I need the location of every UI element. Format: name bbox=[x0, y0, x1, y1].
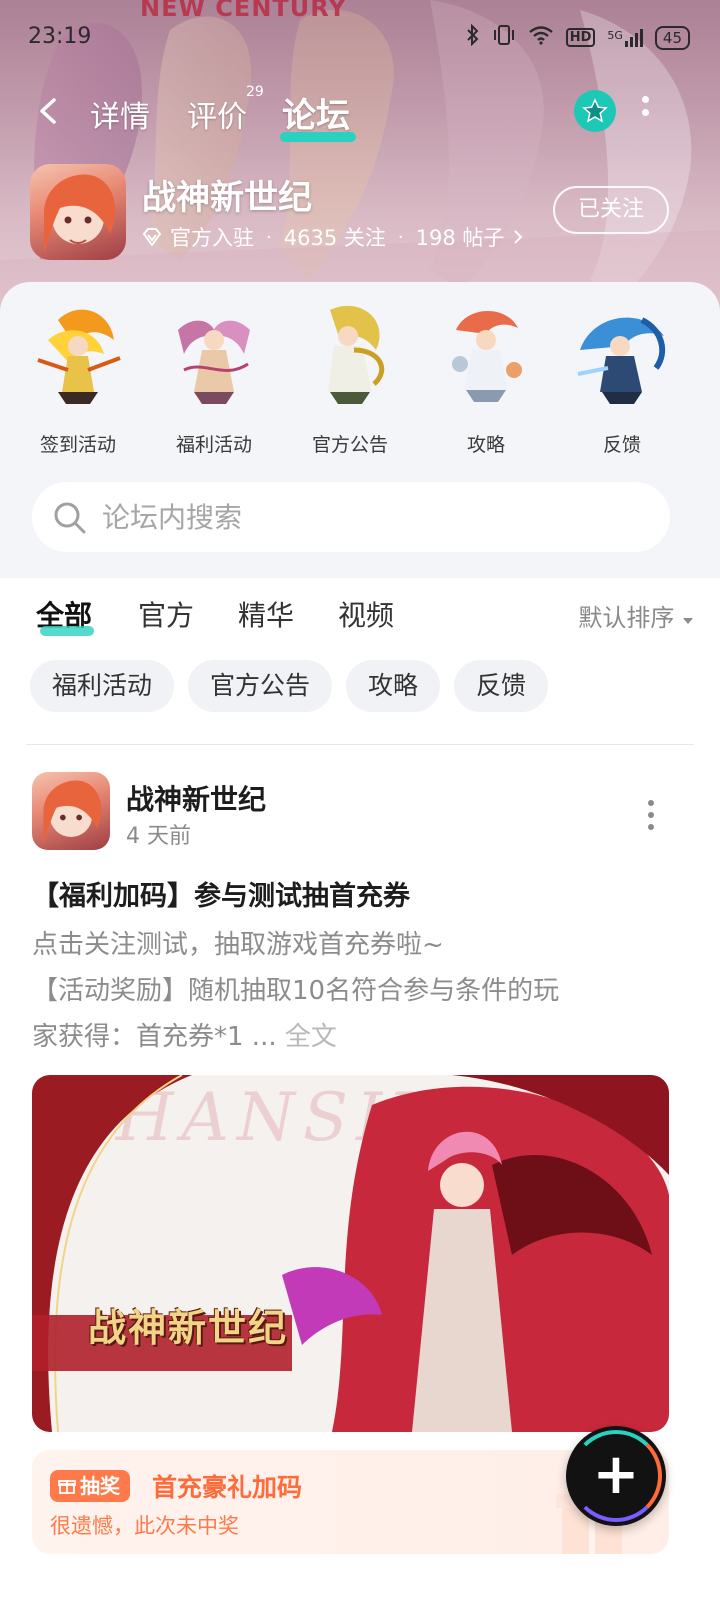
status-time: 23:19 bbox=[28, 24, 92, 49]
favorite-button[interactable] bbox=[574, 90, 616, 132]
lottery-title: 首充豪礼加码 bbox=[152, 1473, 303, 1502]
status-icons: HD 5G 45 bbox=[466, 23, 690, 51]
wifi-icon bbox=[528, 25, 554, 50]
top-nav: 详情 评价 29 论坛 bbox=[0, 84, 720, 146]
tab-details[interactable]: 详情 bbox=[90, 92, 150, 136]
chip-welfare[interactable]: 福利活动 bbox=[30, 660, 175, 712]
divider bbox=[26, 744, 694, 745]
quick-link-guide[interactable]: 攻略 bbox=[426, 300, 546, 456]
chip-guide[interactable]: 攻略 bbox=[346, 660, 441, 712]
banner-title: NEW CENTURY bbox=[140, 0, 347, 22]
post-title[interactable]: 【福利加码】参与测试抽首充券 bbox=[32, 874, 410, 913]
follow-button[interactable]: 已关注 bbox=[553, 186, 669, 234]
chip-announcement[interactable]: 官方公告 bbox=[188, 660, 333, 712]
lottery-result: 很遗憾，此次未中奖 bbox=[50, 1514, 239, 1538]
filter-active-indicator bbox=[40, 626, 94, 636]
tab-forum[interactable]: 论坛 bbox=[282, 88, 350, 137]
checkin-character-icon bbox=[37, 309, 121, 404]
gift-icon bbox=[58, 1480, 76, 1494]
quick-link-label: 反馈 bbox=[602, 434, 641, 456]
official-diamond-icon bbox=[142, 228, 162, 246]
reviews-count-badge: 29 bbox=[246, 84, 264, 100]
more-dot-icon bbox=[641, 96, 649, 103]
post-author-name[interactable]: 战神新世纪 bbox=[126, 778, 266, 818]
quick-link-label: 官方公告 bbox=[311, 434, 388, 456]
create-post-button[interactable]: + bbox=[566, 1426, 666, 1526]
app-meta: 官方入驻 · 4635 关注 · 198 帖子 bbox=[142, 222, 524, 252]
post-image[interactable]: ZHANSHEN 战神新世纪 bbox=[32, 1075, 669, 1432]
filter-tab-video[interactable]: 视频 bbox=[338, 594, 394, 634]
signal-icon: 5G bbox=[607, 28, 643, 47]
post-author-avatar[interactable] bbox=[32, 772, 110, 850]
quick-links-panel: 签到活动 福利活动 官方公告 攻略 反馈 论坛内搜索 bbox=[0, 282, 720, 578]
post-more-button[interactable] bbox=[644, 800, 658, 830]
post-timestamp: 4 天前 bbox=[126, 824, 191, 849]
status-bar: 23:19 HD 5G 45 bbox=[0, 20, 720, 56]
chip-feedback[interactable]: 反馈 bbox=[454, 660, 549, 712]
plus-icon: + bbox=[592, 1442, 640, 1507]
vibrate-icon bbox=[492, 24, 516, 51]
quick-link-welfare[interactable]: 福利活动 bbox=[154, 300, 274, 456]
filter-tabs: 全部 官方 精华 视频 默认排序 bbox=[0, 586, 720, 646]
official-label: 官方入驻 bbox=[170, 226, 254, 250]
star-icon bbox=[582, 98, 608, 123]
followers-count: 4635 关注 bbox=[283, 226, 386, 250]
posts-count[interactable]: 198 帖子 bbox=[416, 222, 505, 252]
app-info: 战神新世纪 官方入驻 · 4635 关注 · 198 帖子 已关注 bbox=[0, 162, 720, 262]
welfare-character-icon bbox=[178, 320, 250, 404]
post-image-game-logo: 战神新世纪 bbox=[88, 1306, 289, 1350]
feedback-character-icon bbox=[577, 317, 666, 404]
back-button[interactable] bbox=[34, 94, 74, 134]
quick-link-checkin[interactable]: 签到活动 bbox=[18, 300, 138, 456]
lottery-tag: 抽奖 bbox=[50, 1470, 130, 1502]
hd-icon: HD bbox=[565, 28, 596, 47]
bluetooth-icon bbox=[466, 23, 480, 51]
category-chips: 福利活动 官方公告 攻略 反馈 bbox=[30, 660, 549, 712]
caret-down-icon bbox=[683, 618, 693, 624]
guide-character-icon bbox=[452, 310, 522, 402]
quick-link-announcement[interactable]: 官方公告 bbox=[290, 300, 410, 456]
search-input[interactable] bbox=[102, 494, 642, 540]
battery-icon: 45 bbox=[654, 25, 690, 50]
app-name: 战神新世纪 bbox=[142, 178, 312, 218]
tab-reviews[interactable]: 评价 bbox=[187, 92, 247, 136]
more-options-button[interactable] bbox=[638, 96, 652, 132]
quick-link-label: 签到活动 bbox=[39, 434, 116, 456]
quick-link-label: 攻略 bbox=[466, 434, 505, 456]
forum-search[interactable] bbox=[32, 482, 670, 552]
sort-dropdown[interactable]: 默认排序 bbox=[578, 598, 694, 633]
filter-tab-official[interactable]: 官方 bbox=[138, 594, 194, 634]
announcement-character-icon bbox=[328, 305, 385, 404]
read-full-link[interactable]: 全文 bbox=[285, 1022, 337, 1052]
back-arrow-icon bbox=[40, 98, 56, 124]
quick-link-feedback[interactable]: 反馈 bbox=[562, 300, 682, 456]
app-icon[interactable] bbox=[30, 164, 126, 260]
quick-link-label: 福利活动 bbox=[175, 434, 252, 456]
filter-tab-featured[interactable]: 精华 bbox=[238, 594, 294, 634]
post-image-artwork bbox=[32, 1075, 669, 1432]
post-body[interactable]: 点击关注测试，抽取游戏首充券啦~ 【活动奖励】随机抽取10名符合参与条件的玩 家… bbox=[32, 922, 672, 1060]
search-icon bbox=[54, 502, 86, 534]
active-tab-indicator bbox=[280, 132, 356, 142]
chevron-right-icon bbox=[514, 230, 523, 244]
more-dot-icon bbox=[648, 800, 654, 806]
